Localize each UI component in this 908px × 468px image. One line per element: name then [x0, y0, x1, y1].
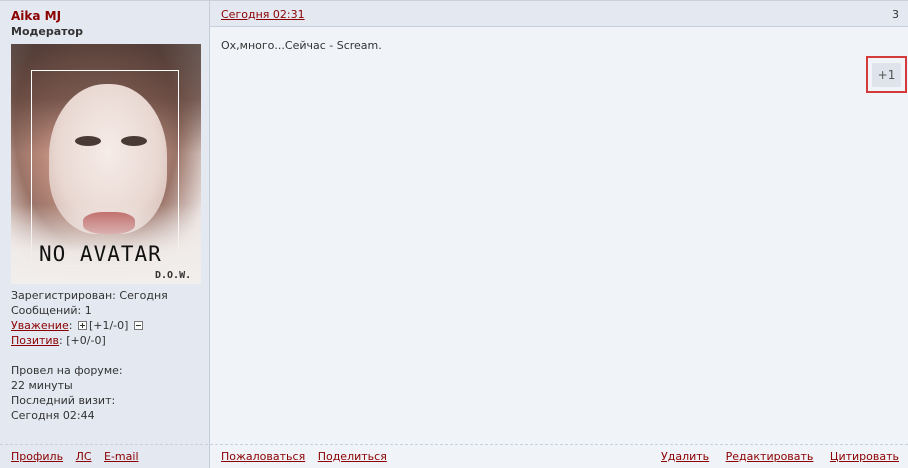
time-on-forum-label: Провел на форуме:	[11, 364, 123, 377]
share-link[interactable]: Поделиться	[318, 450, 387, 463]
respect-value: [+1/-0]	[88, 319, 129, 332]
post-content-panel: Сегодня 02:31 3 Ох,много...Сейчас - Scre…	[210, 1, 908, 468]
post-actions-left: Пожаловаться Поделиться	[221, 450, 396, 463]
author-role: Модератор	[11, 25, 83, 38]
last-visit-label: Последний визит:	[11, 394, 116, 407]
messages-label: Сообщений:	[11, 304, 82, 317]
messages-line: Сообщений: 1	[11, 303, 92, 318]
plus-one-highlight: +1	[866, 56, 907, 93]
respect-minus-icon[interactable]	[133, 320, 143, 330]
positive-line: Позитив: [+0/-0]	[11, 333, 106, 348]
registered-value: Сегодня	[119, 289, 168, 302]
author-panel: Aika MJ Модератор NO AVATAR D.O.W. Зарег…	[0, 1, 210, 468]
registered-label: Зарегистрирован:	[11, 289, 116, 302]
respect-link[interactable]: Уважение	[11, 319, 69, 332]
email-link[interactable]: E-mail	[104, 450, 139, 463]
plus-one-button[interactable]: +1	[872, 63, 901, 87]
positive-colon: :	[59, 334, 63, 347]
pm-link[interactable]: ЛС	[76, 450, 92, 463]
positive-value: [+0/-0]	[66, 334, 106, 347]
quote-link[interactable]: Цитировать	[830, 450, 899, 463]
edit-link[interactable]: Редактировать	[726, 450, 814, 463]
footer-divider	[0, 444, 908, 445]
post-actions-right: Удалить Редактировать Цитировать	[648, 450, 899, 463]
author-name[interactable]: Aika MJ	[11, 9, 61, 23]
post-body: Ох,много...Сейчас - Scream.	[221, 39, 382, 52]
profile-links: Профиль ЛС E-mail	[11, 450, 148, 463]
avatar-signature: D.O.W.	[155, 270, 192, 281]
positive-link[interactable]: Позитив	[11, 334, 59, 347]
time-on-forum-value: 22 минуты	[11, 379, 73, 392]
report-link[interactable]: Пожаловаться	[221, 450, 305, 463]
post-header: Сегодня 02:31 3	[210, 1, 908, 27]
respect-plus-icon[interactable]	[77, 320, 87, 330]
respect-line: Уважение: [+1/-0]	[11, 318, 145, 333]
messages-value: 1	[84, 304, 92, 317]
delete-link[interactable]: Удалить	[661, 450, 709, 463]
post-date-link[interactable]: Сегодня 02:31	[221, 8, 305, 21]
respect-colon: :	[68, 319, 73, 332]
post-number: 3	[892, 8, 899, 21]
avatar: NO AVATAR D.O.W.	[11, 44, 201, 284]
forum-post: Aika MJ Модератор NO AVATAR D.O.W. Зарег…	[0, 0, 908, 468]
profile-link[interactable]: Профиль	[11, 450, 63, 463]
registered-line: Зарегистрирован: Сегодня	[11, 288, 168, 303]
avatar-caption: NO AVATAR	[39, 242, 162, 266]
last-visit-value: Сегодня 02:44	[11, 409, 95, 422]
